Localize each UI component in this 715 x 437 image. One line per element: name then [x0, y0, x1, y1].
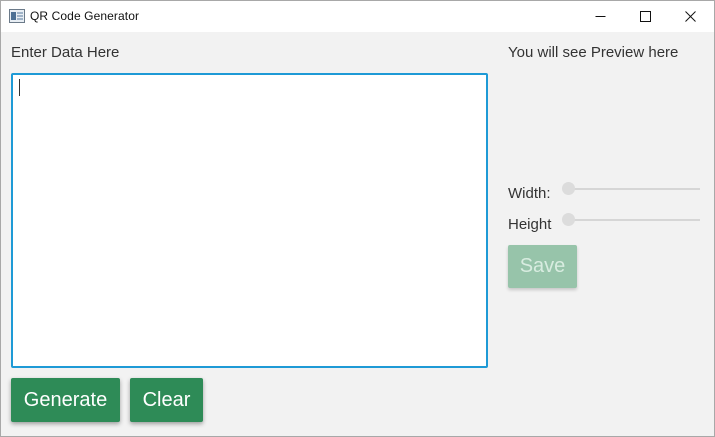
width-label: Width: — [508, 185, 551, 202]
title-bar[interactable]: QR Code Generator — [1, 1, 714, 32]
text-caret — [19, 79, 20, 96]
minimize-icon — [595, 16, 605, 17]
maximize-button[interactable] — [622, 1, 668, 32]
data-input-textarea[interactable] — [11, 73, 488, 368]
width-slider[interactable] — [562, 182, 700, 195]
close-icon — [684, 11, 696, 22]
close-button[interactable] — [667, 1, 713, 32]
maximize-icon — [639, 11, 651, 22]
app-window: QR Code Generator Enter Data Here You wi… — [0, 0, 715, 437]
minimize-button[interactable] — [577, 1, 623, 32]
input-label: Enter Data Here — [11, 44, 120, 61]
generate-button[interactable]: Generate — [11, 378, 120, 422]
width-slider-thumb[interactable] — [562, 182, 575, 195]
height-label: Height — [508, 216, 552, 233]
app-icon — [9, 9, 25, 23]
height-slider-thumb[interactable] — [562, 213, 575, 226]
preview-label: You will see Preview here — [508, 44, 679, 61]
window-title: QR Code Generator — [30, 9, 140, 23]
height-slider[interactable] — [562, 213, 700, 226]
clear-button[interactable]: Clear — [130, 378, 203, 422]
save-button[interactable]: Save — [508, 245, 577, 288]
